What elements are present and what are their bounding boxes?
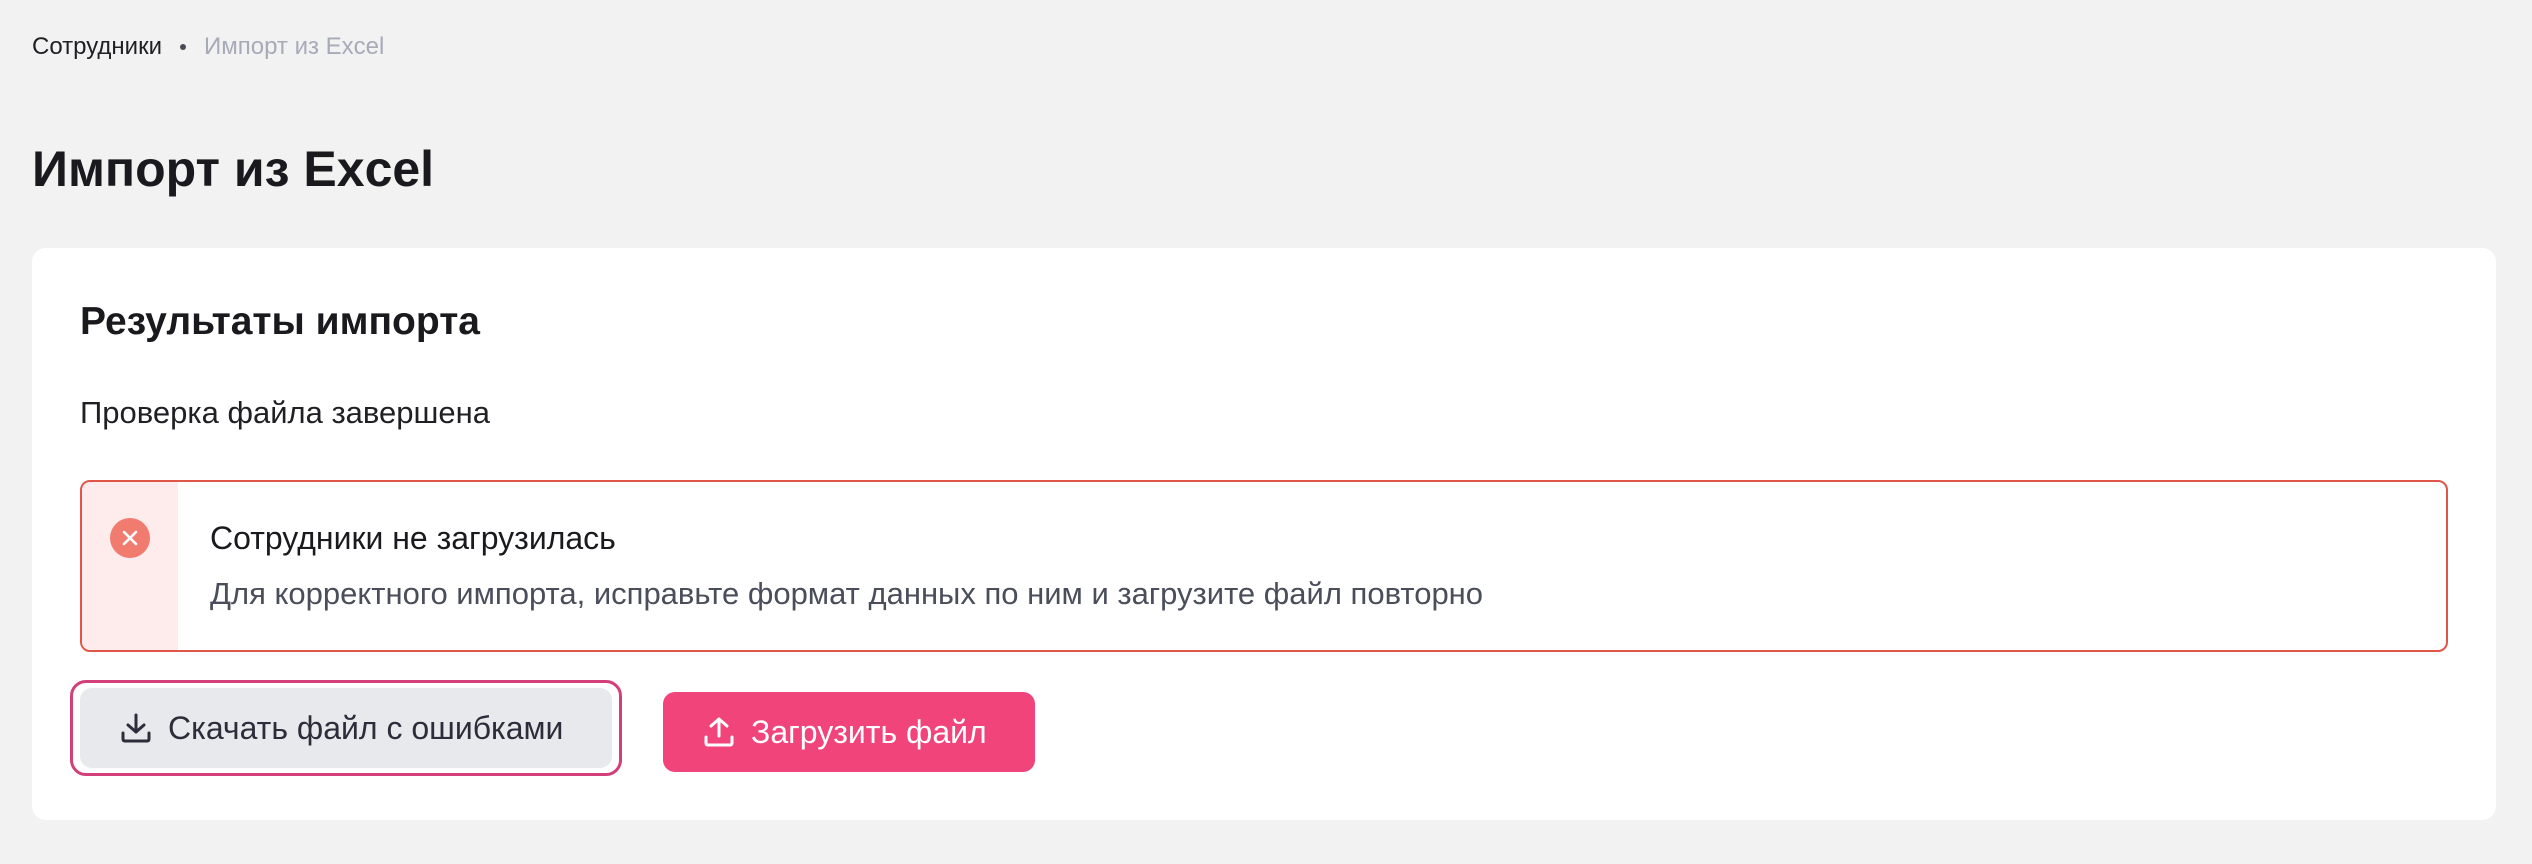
alert-description: Для корректного импорта, исправьте форма…	[210, 576, 1484, 611]
card-title: Результаты импорта	[80, 300, 480, 343]
download-errors-button[interactable]: Скачать файл с ошибками	[80, 688, 612, 768]
error-alert: Сотрудники не загрузилась Для корректног…	[80, 480, 2448, 652]
alert-title: Сотрудники не загрузилась	[210, 520, 616, 556]
breadcrumb: Сотрудники Импорт из Excel	[32, 30, 384, 64]
status-text: Проверка файла завершена	[80, 395, 490, 430]
upload-file-label: Загрузить файл	[751, 713, 987, 750]
breadcrumb-separator-dot	[180, 44, 186, 50]
close-circle-icon	[110, 518, 150, 558]
alert-side-strip	[82, 482, 178, 650]
page-title: Импорт из Excel	[32, 141, 435, 197]
download-icon	[118, 710, 154, 746]
download-errors-label: Скачать файл с ошибками	[168, 709, 564, 746]
upload-file-button[interactable]: Загрузить файл	[663, 692, 1035, 772]
import-results-card: Результаты импорта Проверка файла заверш…	[32, 248, 2496, 820]
upload-icon	[701, 714, 737, 750]
breadcrumb-item-employees[interactable]: Сотрудники	[32, 33, 162, 61]
breadcrumb-item-current: Импорт из Excel	[204, 33, 385, 60]
